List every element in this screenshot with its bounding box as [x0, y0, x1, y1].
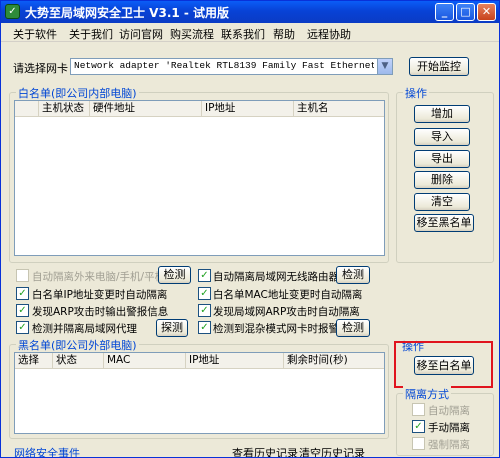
security-events-title: 网络安全事件 — [14, 447, 80, 458]
auto-isolate-mode-label: 自动隔离 — [428, 405, 470, 417]
close-icon[interactable]: ✕ — [477, 3, 496, 21]
minimize-icon[interactable]: _ — [435, 3, 454, 21]
whitelist-mac-change-label: 白名单MAC地址变更时自动隔离 — [213, 289, 363, 301]
adapter-label: 请选择网卡 — [13, 62, 68, 75]
app-window: ✓ 大势至局域网安全卫士 V3.1 - 试用版 _ □ ✕ 关于软件 关于我们 … — [0, 0, 500, 458]
isolation-title: 隔离方式 — [403, 386, 451, 402]
clear-history-link[interactable]: 清空历史记录 — [299, 445, 365, 457]
whitelist-mac-change-checkbox[interactable]: ✓ — [198, 287, 211, 300]
ops-title: 操作 — [403, 85, 429, 101]
arp-alert-checkbox[interactable]: ✓ — [16, 304, 29, 317]
menu-contact[interactable]: 联系我们 — [221, 26, 265, 42]
auto-isolate-checkbox[interactable]: ✓ — [412, 403, 425, 416]
proxy-detect-label: 检测并隔离局域网代理 — [32, 323, 137, 335]
whitelist-ip-change-label: 白名单IP地址变更时自动隔离 — [32, 289, 168, 301]
auto-isolate-external-checkbox[interactable]: ✓ — [16, 269, 29, 282]
manual-isolate-checkbox[interactable]: ✓ — [412, 420, 425, 433]
adapter-select[interactable]: Network adapter 'Realtek RTL8139 Family … — [70, 58, 393, 75]
window-title: 大势至局域网安全卫士 V3.1 - 试用版 — [25, 6, 230, 20]
highlight-box — [394, 341, 493, 388]
export-button[interactable]: 导出 — [414, 150, 470, 168]
menu-about-software[interactable]: 关于软件 — [13, 26, 57, 42]
detect-external-button[interactable]: 检测 — [158, 266, 191, 284]
menu-purchase[interactable]: 购买流程 — [170, 26, 214, 42]
arp-alert-label: 发现ARP攻击时输出警报信息 — [32, 306, 169, 318]
auto-isolate-wireless-checkbox[interactable]: ✓ — [198, 269, 211, 282]
auto-isolate-wireless-label: 自动隔离局域网无线路由器 — [213, 271, 339, 283]
blacklist-header: 选择 状态 MAC IP地址 剩余时间(秒) — [15, 353, 384, 369]
blacklist-table[interactable]: 选择 状态 MAC IP地址 剩余时间(秒) — [14, 352, 385, 434]
clear-button[interactable]: 清空 — [414, 193, 470, 211]
col-blank — [15, 101, 39, 117]
menu-about-us[interactable]: 关于我们 — [69, 26, 113, 42]
import-button[interactable]: 导入 — [414, 128, 470, 146]
menu-remote-assist[interactable]: 远程协助 — [307, 26, 351, 42]
arp-isolate-label: 发现局域网ARP攻击时自动隔离 — [213, 306, 360, 318]
whitelist-table[interactable]: 主机状态 硬件地址 IP地址 主机名 — [14, 100, 385, 256]
menu-visit-site[interactable]: 访问官网 — [119, 26, 163, 42]
force-isolate-checkbox[interactable]: ✓ — [412, 437, 425, 450]
arp-isolate-checkbox[interactable]: ✓ — [198, 304, 211, 317]
manual-isolate-mode-label: 手动隔离 — [428, 422, 470, 434]
menu-help[interactable]: 帮助 — [273, 26, 295, 42]
blacklist-title: 黑名单(即公司外部电脑) — [16, 337, 139, 353]
view-history-link[interactable]: 查看历史记录 — [232, 445, 298, 457]
detect-wireless-button[interactable]: 检测 — [336, 266, 370, 284]
col-status[interactable]: 状态 — [53, 353, 104, 369]
adapter-value: Network adapter 'Realtek RTL8139 Family … — [74, 60, 374, 71]
col-hardware-address[interactable]: 硬件地址 — [90, 101, 202, 117]
chevron-down-icon[interactable]: ▼ — [377, 59, 392, 74]
col-mac[interactable]: MAC — [104, 353, 186, 369]
col-hostname[interactable]: 主机名 — [294, 101, 384, 117]
detect-promisc-button[interactable]: 检测 — [336, 319, 370, 337]
col-select[interactable]: 选择 — [15, 353, 53, 369]
promisc-alert-checkbox[interactable]: ✓ — [198, 321, 211, 334]
whitelist-ip-change-checkbox[interactable]: ✓ — [16, 287, 29, 300]
whitelist-title: 白名单(即公司内部电脑) — [16, 85, 139, 101]
col-ip[interactable]: IP地址 — [186, 353, 284, 369]
add-button[interactable]: 增加 — [414, 105, 470, 123]
proxy-detect-checkbox[interactable]: ✓ — [16, 321, 29, 334]
promisc-alert-label: 检测到混杂模式网卡时报警 — [213, 323, 339, 335]
start-monitor-button[interactable]: 开始监控 — [409, 57, 469, 76]
title-bar[interactable]: ✓ 大势至局域网安全卫士 V3.1 - 试用版 _ □ ✕ — [1, 1, 499, 23]
force-isolate-mode-label: 强制隔离 — [428, 439, 470, 451]
move-to-blacklist-button[interactable]: 移至黑名单 — [414, 214, 474, 232]
maximize-icon[interactable]: □ — [456, 3, 475, 21]
probe-button[interactable]: 探测 — [156, 319, 188, 337]
col-host-status[interactable]: 主机状态 — [39, 101, 90, 117]
col-remaining-time[interactable]: 剩余时间(秒) — [284, 353, 384, 369]
col-ip-address[interactable]: IP地址 — [202, 101, 294, 117]
delete-button[interactable]: 删除 — [414, 171, 470, 189]
whitelist-header: 主机状态 硬件地址 IP地址 主机名 — [15, 101, 384, 117]
menu-bar: 关于软件 关于我们 访问官网 购买流程 联系我们 帮助 远程协助 — [1, 23, 499, 42]
auto-isolate-external-label: 自动隔离外来电脑/手机/平板 — [32, 271, 166, 283]
shield-app-icon: ✓ — [5, 4, 20, 19]
